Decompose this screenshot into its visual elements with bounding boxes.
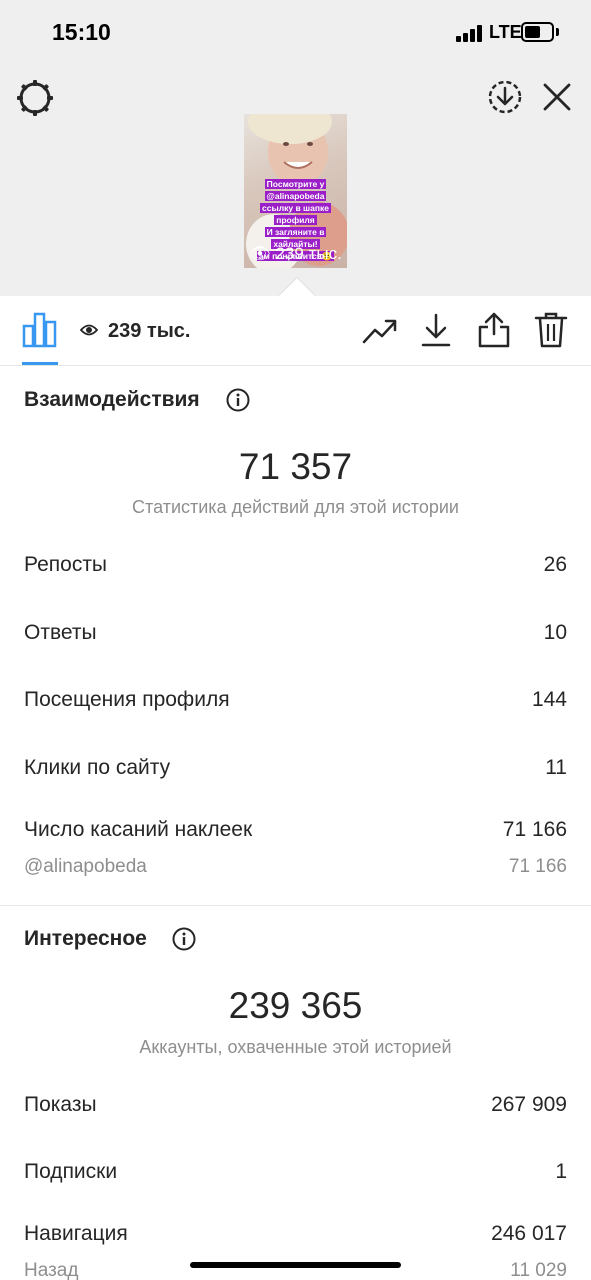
interactions-title: Взаимодействия [24,388,200,411]
network-label: LTE [489,22,522,42]
views-count: 239 тыс. [108,320,191,342]
insights-toolbar: 239 тыс. [0,296,591,366]
story-view-count: 👁 239 тыс. [249,244,342,263]
interactions-total: 71 357 [238,446,353,487]
stat-row-follows: Подписки 1 [24,1160,567,1183]
gear-icon[interactable] [16,79,54,117]
section-divider [0,905,591,906]
close-icon[interactable] [542,82,572,112]
info-icon[interactable] [172,927,196,951]
download-icon[interactable] [420,312,452,348]
stat-row-profile-visits: Посещения профиля 144 [24,688,567,711]
discovery-title: Интересное [24,927,147,950]
battery-icon [521,22,554,42]
stat-row-impressions: Показы 267 909 [24,1093,567,1116]
status-bar: 15:10 LTE [0,0,591,64]
home-indicator[interactable] [190,1262,401,1268]
discovery-caption: Аккаунты, охваченные этой историей [139,1037,452,1057]
stat-row-replies: Ответы 10 [24,621,567,644]
trending-icon[interactable] [362,316,398,346]
stat-row-navigation: Навигация 246 017 [24,1222,567,1245]
active-tab-indicator [22,362,58,365]
stat-subrow-mention: @alinapobeda 71 166 [24,856,567,877]
eye-icon: 👁 [249,244,271,263]
info-icon[interactable] [226,388,250,412]
bar-chart-icon[interactable] [22,312,58,348]
trash-icon[interactable] [534,312,568,348]
story-thumbnail[interactable]: Посмотрите у @alinapobeda ссылку в шапке… [244,114,347,268]
download-circle-icon[interactable] [487,79,523,115]
eye-icon [80,324,98,336]
signal-icon [456,24,484,42]
status-time: 15:10 [52,19,111,45]
stat-row-reposts: Репосты 26 [24,553,567,576]
stat-row-website-clicks: Клики по сайту 11 [24,756,567,779]
share-icon[interactable] [477,312,511,348]
discovery-total: 239 365 [228,985,363,1026]
stat-row-sticker-taps: Число касаний наклеек 71 166 [24,818,567,841]
interactions-caption: Статистика действий для этой истории [132,497,459,517]
